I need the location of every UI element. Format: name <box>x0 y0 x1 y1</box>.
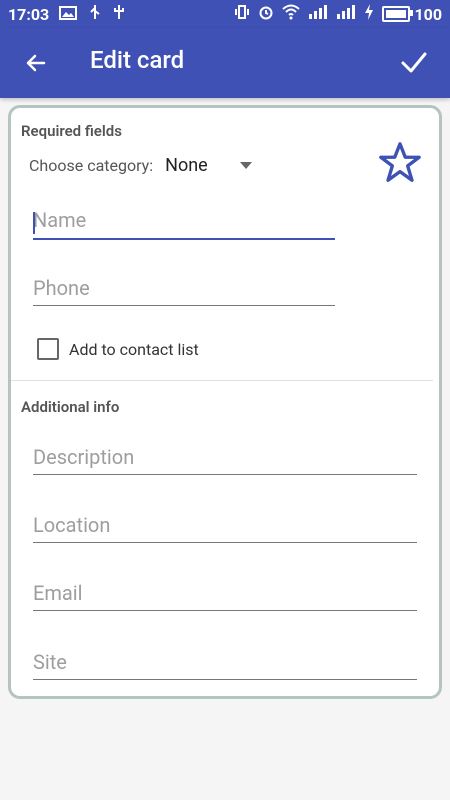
charging-icon <box>364 4 374 24</box>
add-to-contacts-row[interactable]: Add to contact list <box>37 338 199 360</box>
name-underline <box>33 238 335 240</box>
battery-indicator: 100 <box>382 5 442 24</box>
back-button[interactable] <box>20 47 52 79</box>
vibrate-icon <box>234 4 250 24</box>
arrow-left-icon <box>26 54 46 72</box>
status-time: 17:03 <box>8 4 50 24</box>
category-selector[interactable]: Choose category: None <box>29 155 252 176</box>
edit-card-form: Required fields Choose category: None Na… <box>8 105 442 699</box>
status-bar: 17:03 100 <box>0 0 450 28</box>
name-placeholder: Name <box>33 208 87 232</box>
description-field[interactable]: Description <box>33 445 417 475</box>
dropdown-arrow-icon <box>239 162 252 169</box>
location-placeholder: Location <box>33 513 111 537</box>
site-underline <box>33 679 417 680</box>
status-right: 100 <box>234 4 442 24</box>
add-to-contacts-checkbox[interactable] <box>37 338 59 360</box>
required-fields-title: Required fields <box>21 122 122 140</box>
battery-icon <box>382 6 414 22</box>
phone-field[interactable]: Phone <box>33 276 335 306</box>
location-field[interactable]: Location <box>33 513 417 543</box>
name-field[interactable]: Name <box>33 208 335 240</box>
status-left: 17:03 <box>8 4 125 24</box>
text-cursor <box>33 212 35 234</box>
battery-level: 100 <box>414 4 442 24</box>
usb-notification-icon <box>87 4 103 24</box>
site-field[interactable]: Site <box>33 650 417 680</box>
image-notification-icon <box>59 5 78 24</box>
page-title: Edit card <box>90 46 185 74</box>
signal-icon-2 <box>336 4 356 24</box>
category-label: Choose category: <box>29 156 154 175</box>
location-underline <box>33 542 417 543</box>
wifi-icon <box>282 4 301 24</box>
signal-icon <box>308 4 328 24</box>
description-underline <box>33 474 417 475</box>
app-bar: Edit card <box>0 28 450 98</box>
phone-underline <box>33 305 335 306</box>
phone-placeholder: Phone <box>33 276 90 300</box>
category-value: None <box>165 155 208 176</box>
site-placeholder: Site <box>33 650 67 674</box>
email-placeholder: Email <box>33 581 83 605</box>
favorite-star-icon[interactable] <box>377 140 423 186</box>
description-placeholder: Description <box>33 445 135 469</box>
usb-power-icon <box>113 4 125 24</box>
add-to-contacts-label: Add to contact list <box>69 339 199 359</box>
checkmark-icon <box>401 52 427 73</box>
alarm-icon <box>258 4 274 24</box>
save-button[interactable] <box>396 44 432 80</box>
additional-info-title: Additional info <box>21 398 120 416</box>
email-underline <box>33 610 417 611</box>
section-divider <box>11 380 433 381</box>
email-field[interactable]: Email <box>33 581 417 611</box>
